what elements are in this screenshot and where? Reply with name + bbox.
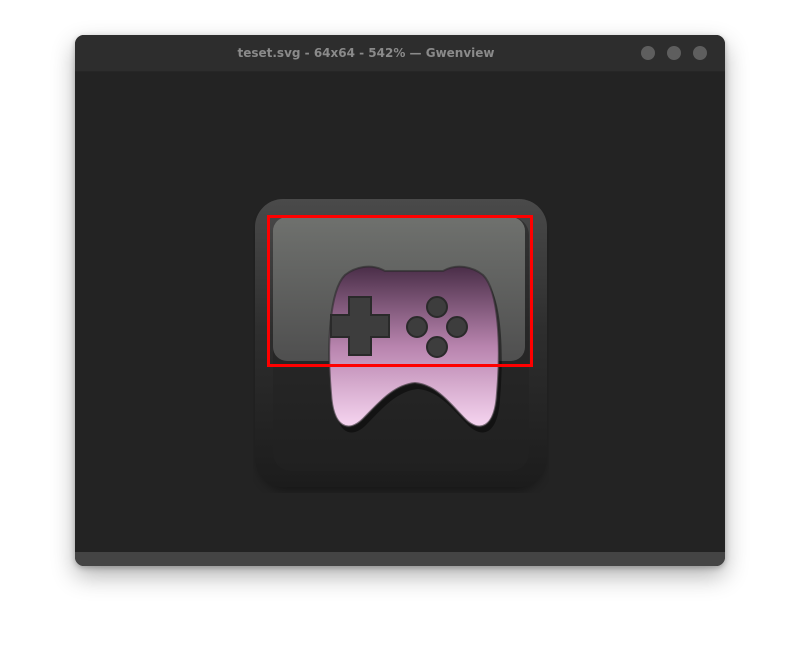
window-title: teset.svg - 64x64 - 542% — Gwenview — [237, 46, 495, 60]
selection-rectangle[interactable] — [267, 215, 533, 367]
minimize-button[interactable] — [641, 46, 655, 60]
title-bar[interactable]: teset.svg - 64x64 - 542% — Gwenview — [75, 35, 725, 72]
gwenview-window: teset.svg - 64x64 - 542% — Gwenview — [75, 35, 725, 566]
maximize-button[interactable] — [667, 46, 681, 60]
status-bar — [75, 552, 725, 566]
close-button[interactable] — [693, 46, 707, 60]
image-view[interactable] — [75, 72, 725, 552]
